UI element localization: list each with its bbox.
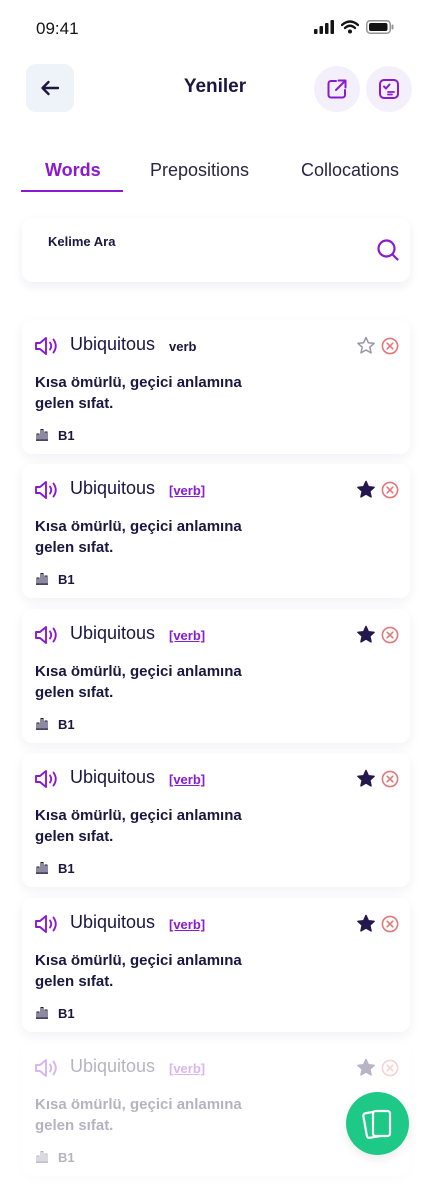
word-definition: Kısa ömürlü, geçici anlamına gelen sıfat… xyxy=(35,952,242,990)
pronounce-button[interactable] xyxy=(34,1058,60,1083)
speaker-icon xyxy=(35,626,57,644)
speaker-icon xyxy=(35,1059,57,1077)
remove-button[interactable] xyxy=(381,626,399,649)
star-icon xyxy=(357,1058,375,1076)
speaker-icon xyxy=(35,915,57,933)
status-icons xyxy=(314,20,394,34)
pronounce-button[interactable] xyxy=(34,336,60,361)
word-text: Ubiquitous xyxy=(70,623,156,643)
word-level: B1 xyxy=(58,861,75,876)
favorite-button[interactable] xyxy=(356,480,376,504)
remove-button[interactable] xyxy=(381,770,399,793)
word-card[interactable]: Ubiquitous [verb] Kısa ömürlü, geçici anla… xyxy=(22,464,410,598)
speaker-icon xyxy=(35,481,57,499)
close-circle-icon xyxy=(381,626,399,644)
favorite-button[interactable] xyxy=(356,914,376,938)
part-of-speech: verb xyxy=(169,339,197,354)
remove-button[interactable] xyxy=(381,481,399,504)
favorite-button[interactable] xyxy=(356,625,376,649)
favorite-button[interactable] xyxy=(356,769,376,793)
level-bars-icon xyxy=(35,1150,49,1168)
tab-collocations[interactable]: Collocations xyxy=(301,160,399,181)
remove-button[interactable] xyxy=(381,337,399,360)
level-bars-icon xyxy=(35,861,49,879)
word-text: Ubiquitous xyxy=(70,334,156,354)
word-level: B1 xyxy=(58,428,75,443)
word-level: B1 xyxy=(58,1006,75,1021)
level-bars-icon xyxy=(35,1006,49,1024)
word-definition: Kısa ömürlü, geçici anlamına gelen sıfat… xyxy=(35,374,242,412)
word-card[interactable]: Ubiquitous verb Kısa ömürlü, geçici anlamı… xyxy=(22,320,410,454)
signal-icon xyxy=(314,20,334,34)
word-card[interactable]: Ubiquitous [verb] Kısa ömürlü, geçici anla… xyxy=(22,609,410,743)
word-definition: Kısa ömürlü, geçici anlamına gelen sıfat… xyxy=(35,807,242,845)
header: Yeniler xyxy=(0,62,430,114)
star-icon xyxy=(357,480,375,498)
word-level: B1 xyxy=(58,1150,75,1165)
part-of-speech[interactable]: [verb] xyxy=(169,483,205,498)
remove-button[interactable] xyxy=(381,1059,399,1082)
word-text: Ubiquitous xyxy=(70,912,156,932)
word-level: B1 xyxy=(58,717,75,732)
close-circle-icon xyxy=(381,915,399,933)
pronounce-button[interactable] xyxy=(34,769,60,794)
status-time: 09:41 xyxy=(36,19,79,38)
status-bar: 09:41 xyxy=(0,0,430,60)
active-tab-indicator xyxy=(21,190,123,192)
search-button[interactable] xyxy=(376,238,400,267)
speaker-icon xyxy=(35,337,57,355)
word-text: Ubiquitous xyxy=(70,478,156,498)
flashcards-button[interactable] xyxy=(346,1092,409,1155)
pronounce-button[interactable] xyxy=(34,914,60,939)
flashcards-icon xyxy=(361,1109,391,1139)
search-label: Kelime Ara xyxy=(48,234,116,249)
remove-button[interactable] xyxy=(381,915,399,938)
star-icon xyxy=(357,769,375,787)
star-icon xyxy=(357,914,375,932)
word-text: Ubiquitous xyxy=(70,1056,156,1076)
part-of-speech[interactable]: [verb] xyxy=(169,1061,205,1076)
battery-icon xyxy=(366,20,394,34)
word-definition: Kısa ömürlü, geçici anlamına gelen sıfat… xyxy=(35,1096,242,1134)
quiz-button[interactable] xyxy=(366,66,412,112)
close-circle-icon xyxy=(381,337,399,355)
close-circle-icon xyxy=(381,770,399,788)
level-bars-icon xyxy=(35,717,49,735)
level-bars-icon xyxy=(35,572,49,590)
word-card[interactable]: Ubiquitous [verb] Kısa ömürlü, geçici anla… xyxy=(22,753,410,887)
speaker-icon xyxy=(35,770,57,788)
word-definition: Kısa ömürlü, geçici anlamına gelen sıfat… xyxy=(35,663,242,701)
pronounce-button[interactable] xyxy=(34,625,60,650)
favorite-button[interactable] xyxy=(356,1058,376,1082)
word-card[interactable]: Ubiquitous [verb] Kısa ömürlü, geçici anla… xyxy=(22,898,410,1032)
part-of-speech[interactable]: [verb] xyxy=(169,772,205,787)
tab-bar: Words Prepositions Collocations xyxy=(0,150,430,194)
star-icon xyxy=(357,336,375,354)
part-of-speech[interactable]: [verb] xyxy=(169,628,205,643)
word-level: B1 xyxy=(58,572,75,587)
tab-words[interactable]: Words xyxy=(45,160,101,181)
tab-prepositions[interactable]: Prepositions xyxy=(150,160,249,181)
share-button[interactable] xyxy=(314,66,360,112)
pronounce-button[interactable] xyxy=(34,480,60,505)
word-text: Ubiquitous xyxy=(70,767,156,787)
quiz-icon xyxy=(379,79,399,99)
level-bars-icon xyxy=(35,428,49,446)
search-icon xyxy=(377,239,399,261)
close-circle-icon xyxy=(381,481,399,499)
search-bar[interactable]: Kelime Ara xyxy=(22,218,410,282)
favorite-button[interactable] xyxy=(356,336,376,360)
share-icon xyxy=(327,79,347,99)
close-circle-icon xyxy=(381,1059,399,1077)
wifi-icon xyxy=(341,20,359,34)
word-definition: Kısa ömürlü, geçici anlamına gelen sıfat… xyxy=(35,518,242,556)
part-of-speech[interactable]: [verb] xyxy=(169,917,205,932)
star-icon xyxy=(357,625,375,643)
